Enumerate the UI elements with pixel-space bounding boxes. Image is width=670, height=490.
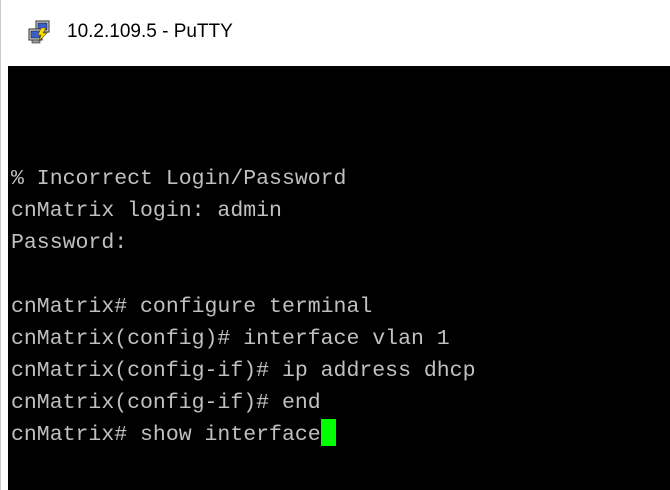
terminal-line: % Incorrect Login/Password xyxy=(11,167,347,191)
window-title: 10.2.109.5 - PuTTY xyxy=(67,21,233,42)
terminal-current-command: cnMatrix# show interface xyxy=(11,423,321,447)
putty-window: 10.2.109.5 - PuTTY % Incorrect Login/Pas… xyxy=(0,0,670,490)
terminal-screen[interactable]: % Incorrect Login/Password cnMatrix logi… xyxy=(8,66,670,490)
terminal-prompt-line: cnMatrix# show interface xyxy=(11,419,336,451)
terminal-line: cnMatrix(config-if)# end xyxy=(11,391,321,415)
terminal-line: cnMatrix(config)# interface vlan 1 xyxy=(11,327,450,351)
terminal-line: cnMatrix(config-if)# ip address dhcp xyxy=(11,359,476,383)
terminal-cursor xyxy=(320,419,336,446)
terminal-line: Password: xyxy=(11,231,128,255)
window-left-border xyxy=(0,66,8,490)
putty-computer-icon[interactable] xyxy=(27,20,51,44)
terminal-line: cnMatrix login: admin xyxy=(11,199,282,223)
title-bar[interactable]: 10.2.109.5 - PuTTY xyxy=(0,0,670,66)
terminal-line: cnMatrix# configure terminal xyxy=(11,295,373,319)
